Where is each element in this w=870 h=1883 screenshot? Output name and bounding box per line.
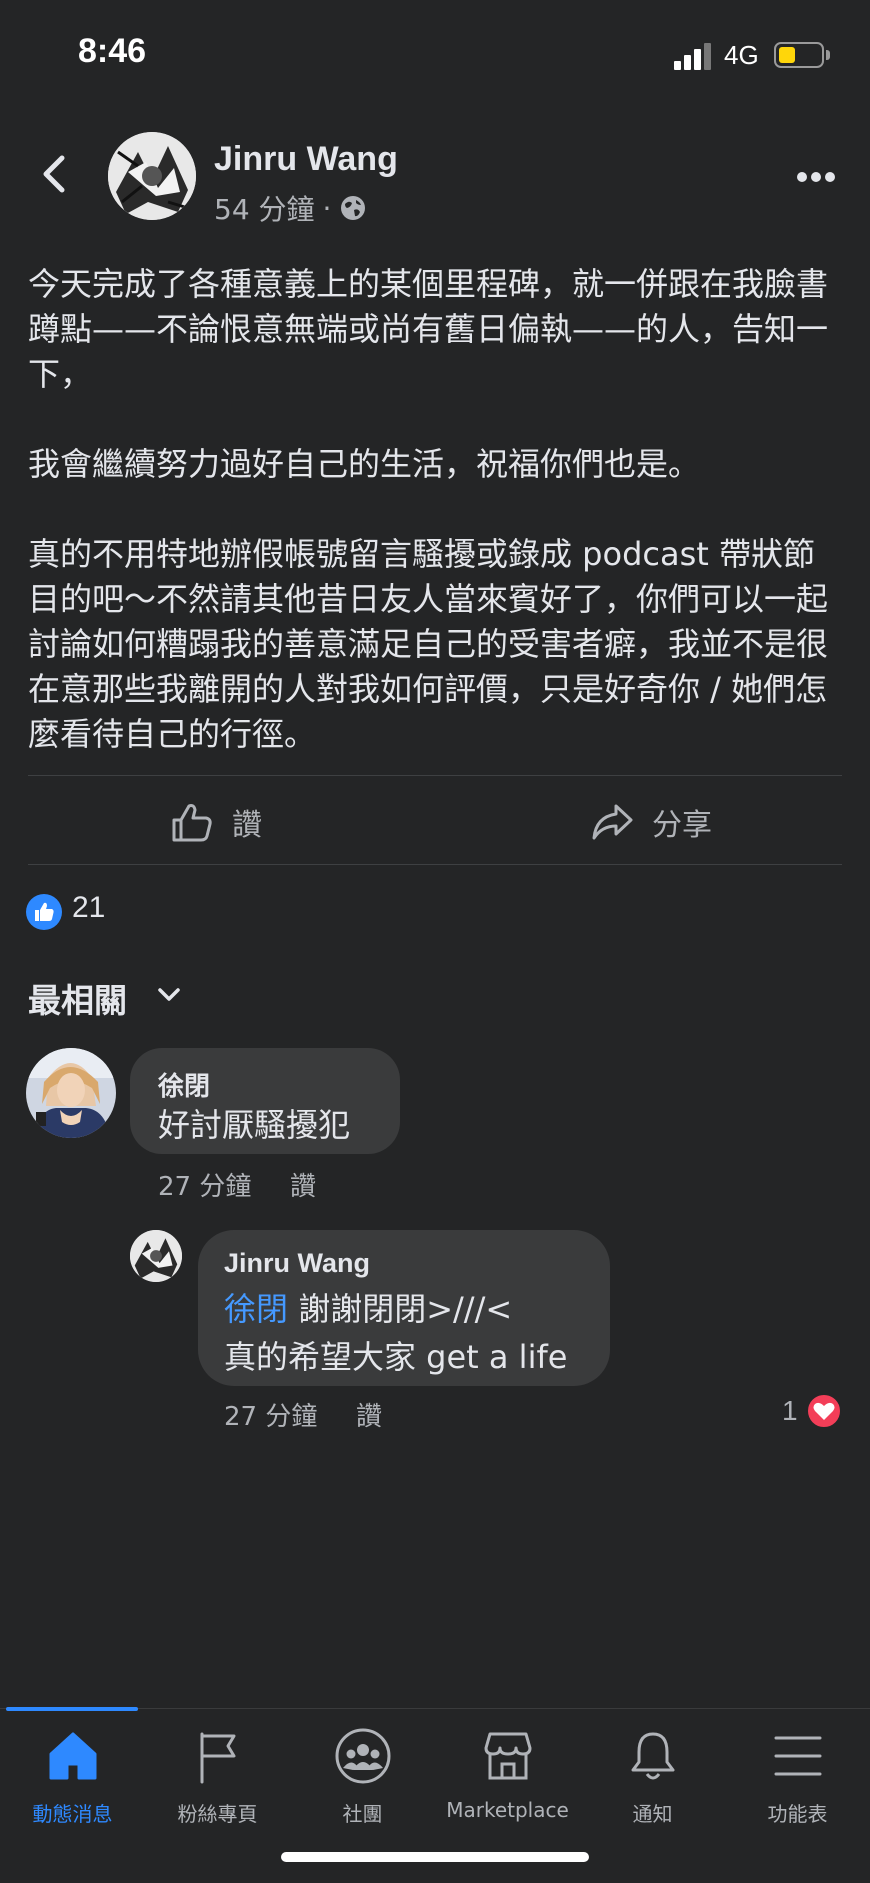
thumbs-up-icon [172,804,212,842]
post-meta: 54 分鐘 · [214,188,367,228]
comment-author[interactable]: 徐閉 [158,1066,210,1103]
tab-label: 功能表 [767,1802,828,1826]
reply-time: 27 分鐘 [224,1402,318,1432]
share-button[interactable]: 分享 [590,796,712,848]
like-reaction-icon[interactable] [26,894,62,930]
post-paragraph: 我會繼續努力過好自己的生活，祝福你們也是。 [28,445,701,483]
reply-text-line: 真的希望大家 get a life [224,1338,568,1376]
back-icon[interactable] [36,152,72,196]
like-label: 讚 [232,808,262,843]
divider [28,864,842,865]
reaction-count[interactable]: 21 [72,891,105,925]
tab-notifications[interactable]: 通知 [580,1726,725,1846]
chevron-down-icon[interactable] [156,984,182,1006]
tab-marketplace[interactable]: Marketplace [435,1726,580,1846]
post-author-name[interactable]: Jinru Wang [214,140,398,179]
commenter-avatar[interactable] [26,1048,116,1138]
reply-author[interactable]: Jinru Wang [224,1248,370,1279]
signal-strength-icon [674,42,712,70]
tab-menu[interactable]: 功能表 [725,1726,870,1846]
tab-label: 動態消息 [32,1802,113,1826]
bell-icon [631,1732,674,1780]
post-paragraph: 今天完成了各種意義上的某個里程碑，就一併跟在我臉書蹲點——不論恨意無端或尚有舊日… [28,265,829,393]
reply-text: 謝謝閉閉>///< [288,1290,513,1328]
battery-icon [774,42,824,68]
love-reaction-icon[interactable] [806,1393,842,1429]
divider [28,775,842,776]
comment-like-button[interactable]: 讚 [290,1166,316,1203]
tab-pages[interactable]: 粉絲專頁 [145,1726,290,1846]
tab-label: 社團 [342,1802,383,1826]
tab-news-feed[interactable]: 動態消息 [0,1726,145,1846]
shop-icon [484,1732,531,1780]
home-indicator [281,1852,589,1862]
tab-groups[interactable]: 社團 [290,1726,435,1846]
menu-icon [774,1736,821,1776]
status-time: 8:46 [78,32,147,70]
like-button[interactable]: 讚 [170,796,262,848]
post-time[interactable]: 54 分鐘 [214,188,315,228]
comment-sort-label[interactable]: 最相關 [28,974,127,1022]
flag-icon [200,1732,235,1784]
author-avatar[interactable] [108,132,196,220]
more-options-icon[interactable] [796,170,836,184]
reply-reaction-count[interactable]: 1 [782,1395,798,1427]
tab-label: 通知 [632,1802,673,1826]
share-icon [592,804,633,840]
meta-separator: · [322,191,332,225]
tab-label: 粉絲專頁 [177,1802,258,1826]
reply-mention-link[interactable]: 徐閉 [224,1290,288,1328]
comment-time: 27 分鐘 [158,1172,252,1202]
share-label: 分享 [652,808,712,843]
battery-cap [826,50,830,60]
groups-icon [335,1728,390,1784]
reply-like-button[interactable]: 讚 [356,1396,382,1433]
active-tab-indicator [6,1707,138,1711]
globe-icon [341,196,366,220]
post-paragraph: 真的不用特地辦假帳號留言騷擾或錄成 podcast 帶狀節目的吧～不然請其他昔日… [28,535,829,753]
post-body: 今天完成了各種意義上的某個里程碑，就一併跟在我臉書蹲點——不論恨意無端或尚有舊日… [28,262,844,757]
home-icon [49,1732,96,1780]
network-type: 4G [724,40,759,70]
reply-author-avatar[interactable] [130,1230,182,1282]
comment-text: 好討厭騷擾犯 [158,1106,351,1144]
reply-text-line: 徐閉 謝謝閉閉>///< [224,1284,512,1330]
tab-label: Marketplace [446,1798,569,1822]
